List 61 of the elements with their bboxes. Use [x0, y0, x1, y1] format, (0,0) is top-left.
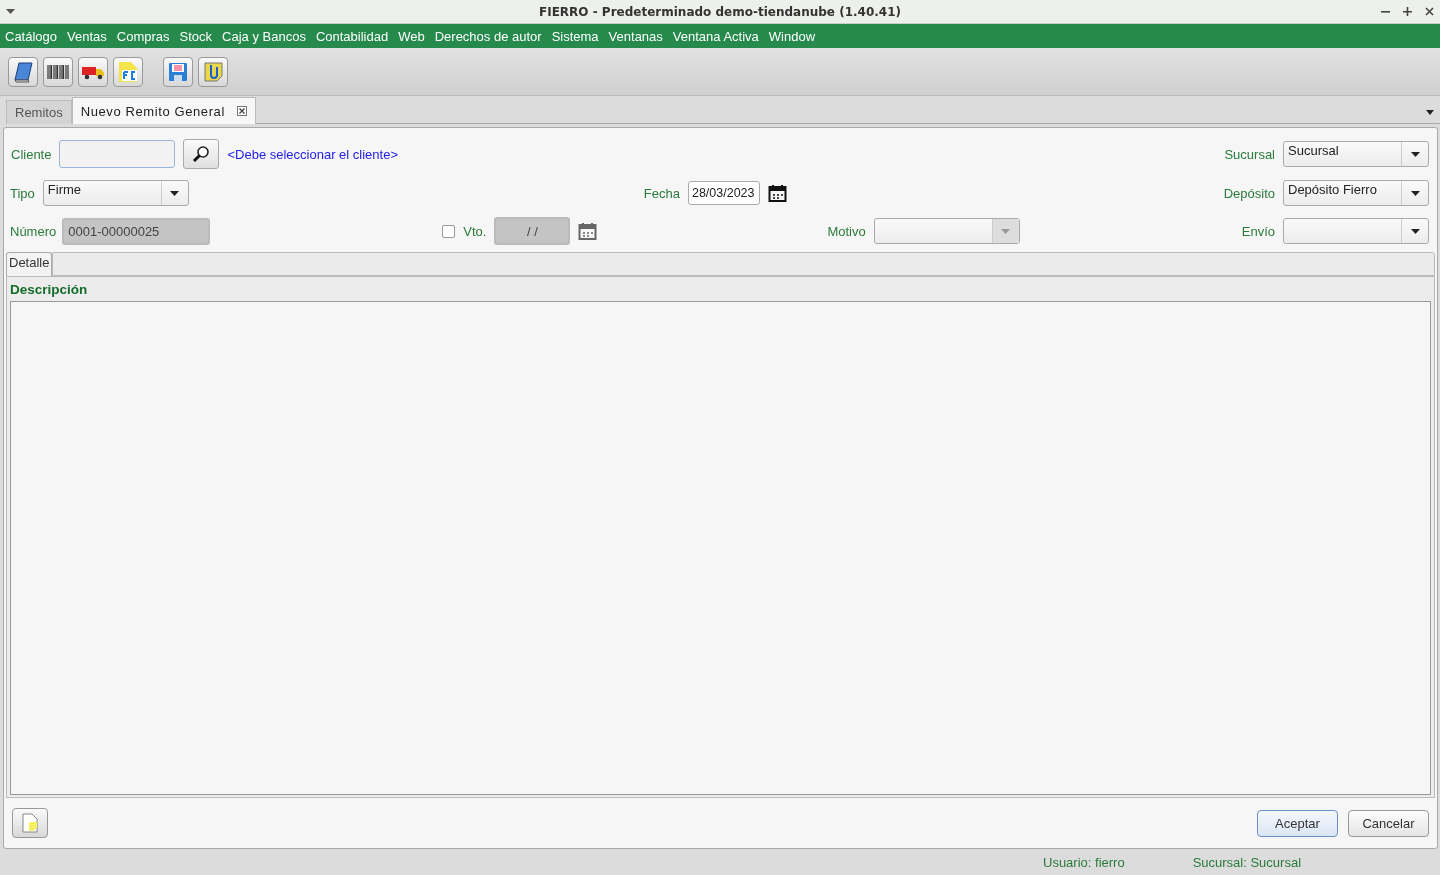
field-label: Fecha [643, 185, 680, 201]
field-label: Vto. [463, 223, 487, 239]
status-text: Usuario: fierro [1043, 854, 1125, 870]
field-label: Tipo [10, 185, 35, 201]
caret-icon[interactable] [1426, 110, 1434, 115]
menu-item[interactable]: Ventanas [608, 28, 663, 44]
status-text: Sucursal: Sucursal [1192, 854, 1302, 870]
search-icon [192, 145, 211, 163]
warehouse-dropdown[interactable]: Depósito Fierro [1283, 180, 1429, 206]
menu-item[interactable]: Compras [116, 28, 170, 44]
save-button[interactable] [163, 56, 193, 87]
menu-item[interactable]: Ventana Activa [672, 28, 759, 44]
branch-dropdown[interactable]: Sucursal [1283, 141, 1429, 167]
menu-item[interactable]: Sistema [551, 28, 599, 44]
field-label: Depósito [1223, 185, 1275, 201]
field-label: Envío [1241, 223, 1275, 239]
window-title: FIERRO - Predeterminado demo-tiendanube (1.40.41) [539, 4, 901, 19]
calendar-icon[interactable] [767, 183, 787, 203]
field-label: Cliente [11, 146, 52, 162]
menu-item[interactable]: Web [398, 28, 425, 44]
caret-icon [170, 190, 180, 196]
dialog-button[interactable]: Aceptar [1257, 809, 1338, 837]
paperclip-note-icon [202, 60, 224, 83]
tab[interactable]: Detalle [6, 252, 53, 276]
caret-icon [1410, 228, 1420, 234]
book-icon [11, 59, 35, 84]
close-icon[interactable] [1425, 7, 1434, 16]
menu-item[interactable]: Contabilidad [315, 28, 389, 44]
barcode-icon [47, 64, 69, 79]
search-button[interactable] [183, 139, 220, 169]
caret-icon[interactable] [6, 9, 15, 14]
barcode-button[interactable] [43, 56, 73, 87]
field-label: Sucursal [1224, 146, 1275, 162]
caret-icon [1410, 190, 1420, 196]
field-label: Número [10, 223, 57, 239]
book-button[interactable] [8, 56, 38, 87]
caret-icon [1410, 151, 1420, 157]
truck-button[interactable] [78, 56, 108, 87]
date-field[interactable]: 28/03/2023 [687, 181, 760, 205]
document-icon [117, 60, 139, 83]
tab[interactable]: Nuevo Remito General [71, 97, 256, 124]
menu-item[interactable]: Ventas [67, 28, 107, 44]
client-hint: <Debe seleccionar el cliente> [227, 146, 399, 162]
attach-button[interactable] [198, 56, 228, 87]
field-label: Motivo [827, 223, 866, 239]
dialog-button[interactable]: Cancelar [1348, 809, 1429, 837]
menu-item[interactable]: Window [768, 28, 816, 44]
invoice-button[interactable] [113, 56, 143, 87]
menu-item[interactable]: Catálogo [5, 28, 58, 44]
close-icon[interactable] [236, 106, 247, 116]
menu-item[interactable]: Derechos de autor [434, 28, 542, 44]
menu-item[interactable]: Caja y Bancos [222, 28, 306, 44]
caret-icon [1001, 228, 1011, 234]
client-field[interactable] [59, 140, 176, 168]
note-icon [21, 813, 39, 833]
tab[interactable]: Remitos [6, 100, 72, 124]
new-note-button[interactable] [12, 808, 48, 838]
type-dropdown[interactable]: Firme [42, 180, 189, 206]
column-header: Descripción [10, 281, 88, 297]
menu-item[interactable]: Stock [179, 28, 213, 44]
maximize-icon[interactable] [1403, 7, 1412, 16]
